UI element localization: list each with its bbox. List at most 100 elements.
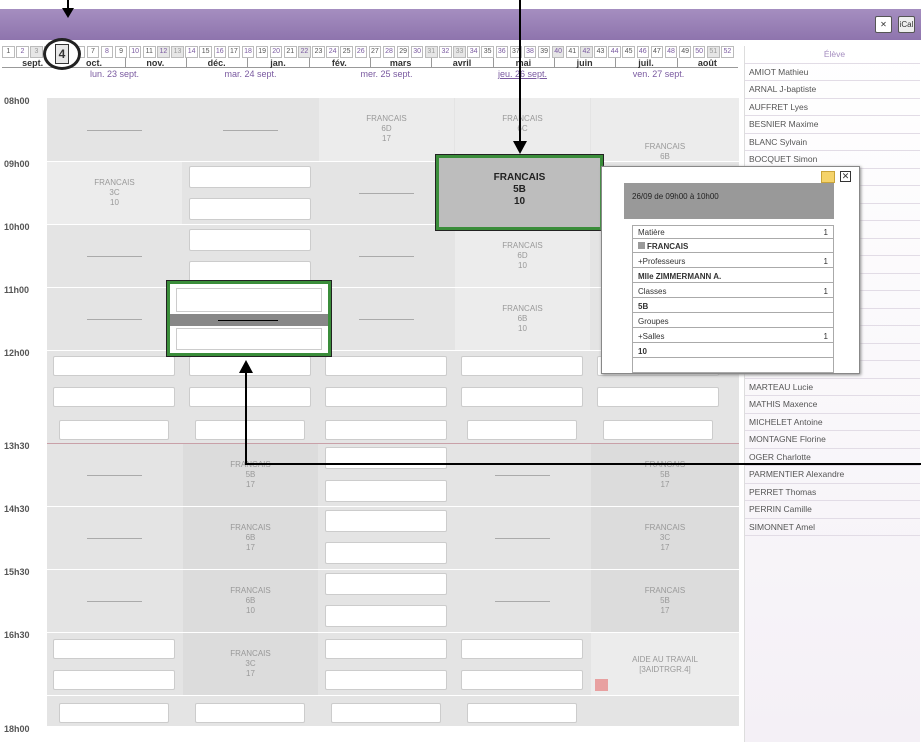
time-label: 08h00 — [4, 96, 30, 106]
ical-icon[interactable]: iCal — [898, 16, 915, 33]
selected-week-highlight[interactable]: 4 — [43, 38, 81, 70]
week-button[interactable]: 24 — [326, 46, 339, 58]
week-button[interactable]: 31 — [425, 46, 438, 58]
week-button[interactable]: 41 — [566, 46, 579, 58]
week-button[interactable]: 51 — [707, 46, 720, 58]
week-button[interactable]: 38 — [523, 46, 537, 58]
week-button[interactable]: 16 — [213, 46, 227, 58]
course-cell[interactable]: FRANCAIS 6B — [591, 98, 739, 161]
week-button[interactable]: 17 — [227, 46, 241, 58]
week-button[interactable]: 48 — [664, 46, 678, 58]
month-label[interactable]: fév. — [313, 58, 366, 68]
course-cell[interactable]: FRANCAIS 3C 17 — [591, 507, 739, 569]
month-label[interactable]: nov. — [129, 58, 182, 68]
week-button[interactable]: 39 — [537, 46, 551, 58]
week-button[interactable]: 45 — [622, 46, 635, 58]
month-label[interactable]: juin — [558, 58, 611, 68]
course-cell[interactable]: FRANCAIS 6B 10 — [455, 288, 590, 350]
course-cell[interactable]: FRANCAIS 5B 17 — [183, 444, 318, 506]
week-button[interactable]: 15 — [199, 46, 212, 58]
close-icon[interactable]: ✕ — [840, 171, 851, 182]
selected-empty-slot[interactable] — [166, 280, 332, 357]
week-button[interactable]: 26 — [354, 46, 368, 58]
week-button[interactable]: 47 — [650, 46, 664, 58]
course-cell[interactable]: FRANCAIS 6B 17 — [183, 507, 318, 569]
selected-course-frame[interactable]: FRANCAIS 5B 10 — [435, 154, 604, 231]
month-label[interactable]: mars — [374, 58, 427, 68]
student-item[interactable]: MARTEAU Lucie — [745, 379, 920, 396]
week-button[interactable]: 44 — [608, 46, 621, 58]
course-cell[interactable]: FRANCAIS 6D 17 — [319, 98, 454, 161]
week-button[interactable]: 9 — [114, 46, 128, 58]
week-button[interactable]: 11 — [143, 46, 156, 58]
week-button[interactable]: 42 — [580, 46, 593, 58]
export-icon[interactable]: ✕ — [875, 16, 892, 33]
month-label[interactable]: août — [681, 58, 734, 68]
student-item[interactable]: BLANC Sylvain — [745, 134, 920, 151]
week-button[interactable]: 13 — [171, 46, 184, 58]
month-separator — [615, 58, 617, 68]
course-cell[interactable]: AIDE AU TRAVAIL [3AIDTRGR.4] — [591, 633, 739, 695]
week-button[interactable]: 27 — [368, 46, 382, 58]
day-header-mer[interactable]: mer. 25 sept. — [319, 68, 454, 80]
month-label[interactable]: déc. — [190, 58, 243, 68]
student-item[interactable]: MATHIS Maxence — [745, 396, 920, 414]
student-item[interactable]: MICHELET Antoine — [745, 414, 920, 431]
course-cell[interactable]: FRANCAIS 5B 17 — [591, 444, 739, 506]
course-cell[interactable]: FRANCAIS 3C 10 — [47, 162, 182, 224]
student-item[interactable]: PARMENTIER Alexandre — [745, 466, 920, 484]
week-button[interactable]: 25 — [340, 46, 353, 58]
day-header-lun[interactable]: lun. 23 sept. — [47, 68, 182, 80]
week-button[interactable]: 30 — [410, 46, 424, 58]
week-button[interactable]: 10 — [128, 46, 142, 58]
popup-row[interactable]: +Professeurs 1 — [633, 255, 834, 268]
week-button[interactable]: 23 — [312, 46, 325, 58]
student-item[interactable]: PERRIN Camille — [745, 501, 920, 519]
popup-row[interactable]: +Salles 1 — [633, 330, 834, 343]
student-item[interactable]: ARNAL J-baptiste — [745, 81, 920, 99]
week-button[interactable]: 22 — [298, 46, 311, 58]
day-header-jeu[interactable]: jeu. 26 sept. — [455, 68, 590, 80]
week-button[interactable]: 50 — [692, 46, 706, 58]
week-button[interactable]: 7 — [86, 46, 100, 58]
week-button[interactable]: 21 — [284, 46, 297, 58]
week-button[interactable]: 3 — [30, 46, 43, 58]
month-label[interactable]: mai — [497, 58, 550, 68]
week-button[interactable]: 34 — [467, 46, 480, 58]
month-label[interactable]: avril — [435, 58, 488, 68]
week-button[interactable]: 52 — [721, 46, 734, 58]
week-button[interactable]: 43 — [594, 46, 607, 58]
month-label[interactable]: jan. — [251, 58, 304, 68]
month-label[interactable]: juil. — [619, 58, 672, 68]
week-button[interactable]: 29 — [396, 46, 410, 58]
student-item[interactable]: SIMONNET Amel — [745, 519, 920, 536]
week-button[interactable]: 14 — [185, 46, 198, 58]
week-button[interactable]: 49 — [678, 46, 692, 58]
student-item[interactable]: PERRET Thomas — [745, 484, 920, 501]
week-button[interactable]: 2 — [16, 46, 29, 58]
folder-icon[interactable] — [821, 171, 835, 183]
week-button[interactable]: 12 — [157, 46, 170, 58]
week-button[interactable]: 32 — [439, 46, 452, 58]
week-button[interactable]: 1 — [2, 46, 15, 58]
week-button[interactable]: 18 — [241, 46, 255, 58]
week-button[interactable]: 20 — [269, 46, 283, 58]
student-item[interactable]: AUFFRET Lyes — [745, 99, 920, 116]
student-item[interactable]: AMIOT Mathieu — [745, 64, 920, 81]
course-cell[interactable]: FRANCAIS 5B 17 — [591, 570, 739, 632]
course-cell[interactable]: FRANCAIS 6D 10 — [455, 225, 590, 287]
day-header-ven[interactable]: ven. 27 sept. — [591, 68, 726, 80]
week-button[interactable]: 8 — [100, 46, 114, 58]
week-button[interactable]: 19 — [255, 46, 269, 58]
week-button[interactable]: 36 — [495, 46, 509, 58]
student-item[interactable]: MONTAGNE Florine — [745, 431, 920, 449]
week-button[interactable]: 40 — [551, 46, 565, 58]
week-button[interactable]: 46 — [636, 46, 650, 58]
week-button[interactable]: 33 — [453, 46, 466, 58]
day-header-mar[interactable]: mar. 24 sept. — [183, 68, 318, 80]
week-button[interactable]: 28 — [382, 46, 396, 58]
student-item[interactable]: BESNIER Maxime — [745, 116, 920, 134]
course-cell[interactable]: FRANCAIS 3C 17 — [183, 633, 318, 695]
course-cell[interactable]: FRANCAIS 6B 10 — [183, 570, 318, 632]
week-button[interactable]: 35 — [481, 46, 494, 58]
